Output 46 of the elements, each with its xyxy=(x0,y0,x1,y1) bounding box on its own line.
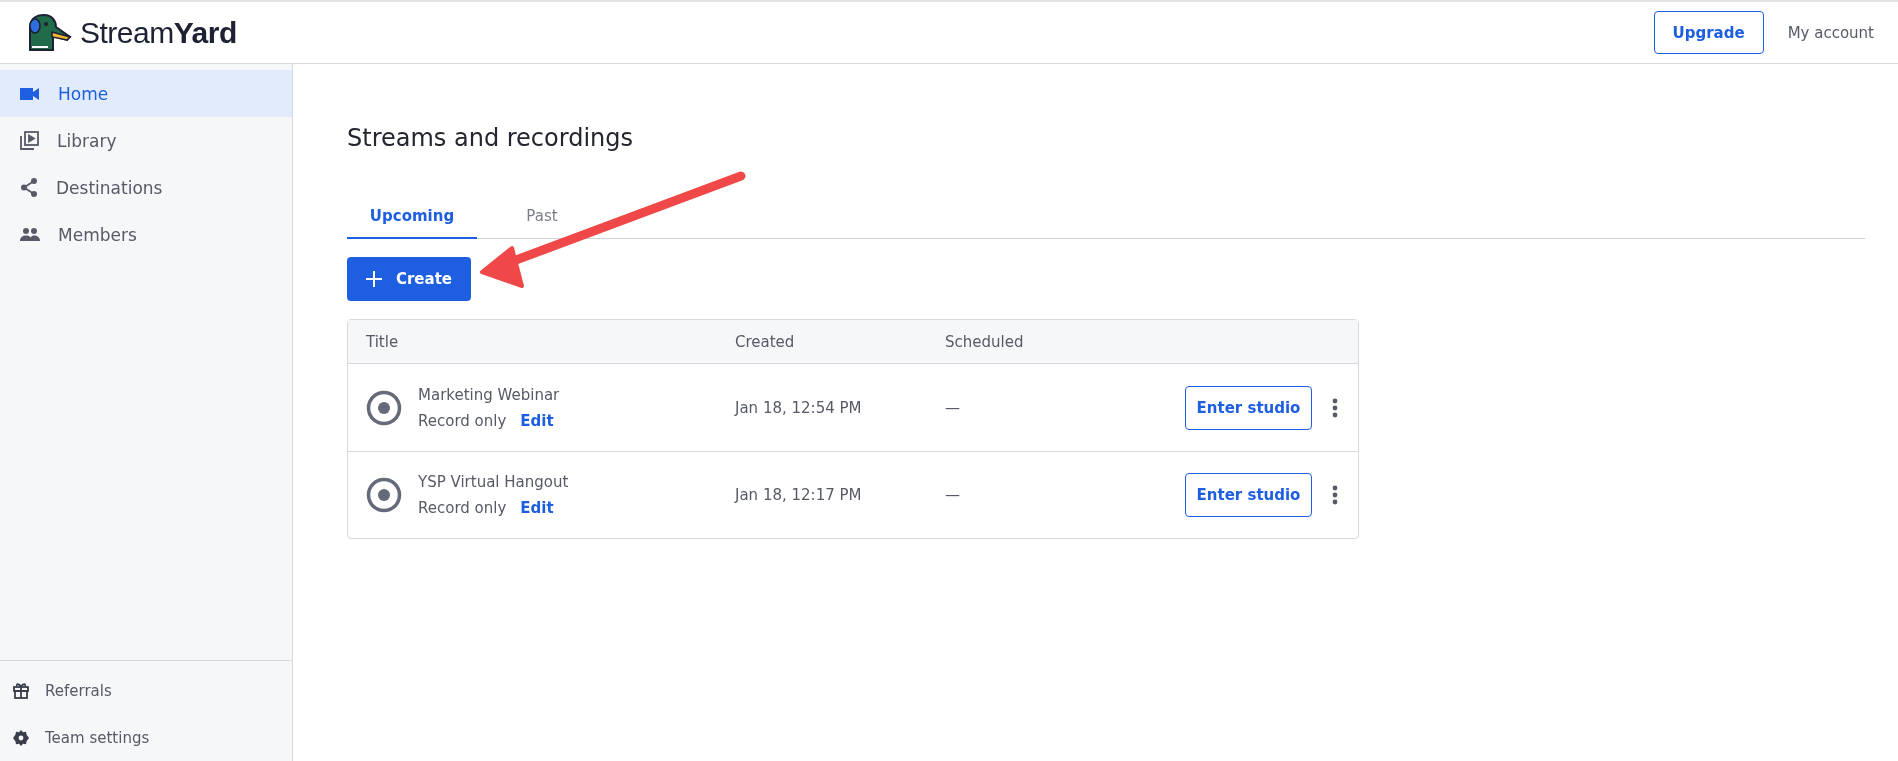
sidebar-item[interactable]: Destinations xyxy=(0,164,292,211)
more-options-icon[interactable] xyxy=(1332,397,1338,418)
sidebar-item[interactable]: Home xyxy=(0,70,292,117)
sidebar-item[interactable]: Members xyxy=(0,211,292,258)
edit-link[interactable]: Edit xyxy=(520,499,554,517)
sidebar-item[interactable]: Referrals xyxy=(0,667,292,714)
video-camera-icon xyxy=(20,86,40,101)
enter-studio-button[interactable]: Enter studio xyxy=(1185,473,1312,517)
sidebar-label: Team settings xyxy=(45,728,150,747)
create-button[interactable]: Create xyxy=(347,257,471,301)
stream-title: Marketing Webinar xyxy=(418,385,560,404)
gear-icon xyxy=(13,729,29,746)
scheduled-value: — xyxy=(945,398,961,417)
duck-logo-icon xyxy=(26,13,72,52)
enter-studio-button[interactable]: Enter studio xyxy=(1185,385,1312,430)
stream-type: Record only xyxy=(418,411,507,430)
edit-link[interactable]: Edit xyxy=(520,411,554,430)
record-icon xyxy=(366,389,402,426)
column-header: Title xyxy=(366,332,400,351)
created-date: Jan 18, 12:17 PM xyxy=(735,486,863,504)
upgrade-button[interactable]: Upgrade xyxy=(1653,11,1764,54)
created-date: Jan 18, 12:54 PM xyxy=(735,398,863,417)
tab[interactable]: Past xyxy=(477,195,607,239)
sidebar-item[interactable]: Team settings xyxy=(0,714,292,761)
gift-icon xyxy=(13,682,29,699)
library-icon xyxy=(20,131,39,150)
page-title: Streams and recordings xyxy=(347,124,635,152)
sidebar-label: Library xyxy=(57,130,117,151)
logo-wordmark: StreamYard xyxy=(80,15,237,50)
more-options-icon[interactable] xyxy=(1332,485,1338,505)
sidebar-label: Home xyxy=(58,83,109,104)
stream-type: Record only xyxy=(418,499,507,517)
column-header: Scheduled xyxy=(945,332,1025,351)
share-icon xyxy=(20,178,38,197)
sidebar-label: Destinations xyxy=(56,177,163,198)
scheduled-value: — xyxy=(945,486,961,504)
sidebar-label: Referrals xyxy=(45,681,112,700)
sidebar-label: Members xyxy=(58,224,137,245)
stream-title: YSP Virtual Hangout xyxy=(418,473,569,491)
plus-icon xyxy=(365,271,382,287)
column-header: Created xyxy=(735,332,796,351)
people-icon xyxy=(20,228,40,241)
tab[interactable]: Upcoming xyxy=(347,195,477,239)
sidebar-item[interactable]: Library xyxy=(0,117,292,164)
record-icon xyxy=(366,477,402,513)
account-link[interactable]: My account xyxy=(1787,23,1874,42)
